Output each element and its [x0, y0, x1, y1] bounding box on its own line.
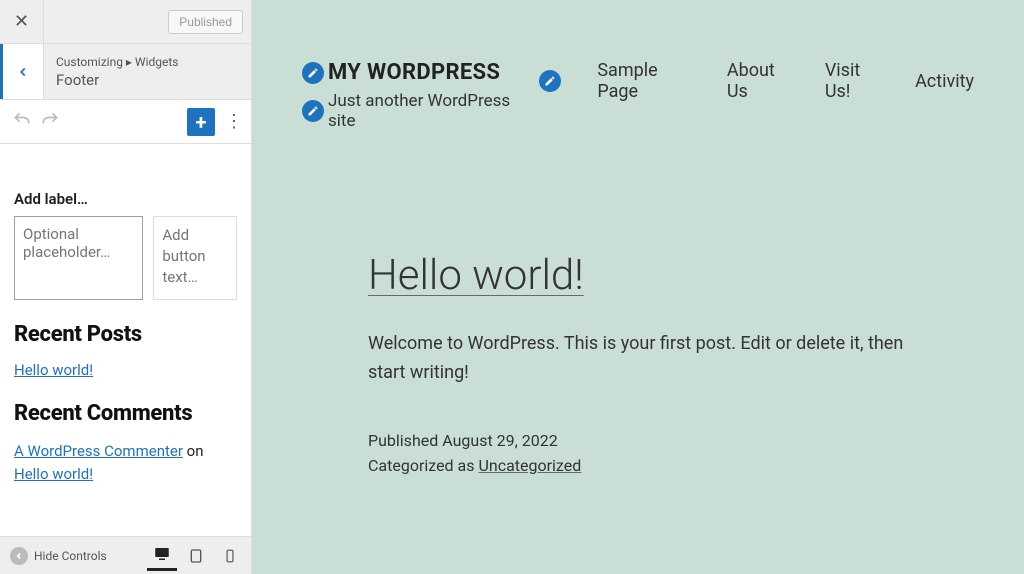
breadcrumb-row: Customizing ▸ Widgets Footer	[0, 44, 251, 100]
post-date: August 29, 2022	[442, 431, 558, 450]
back-button[interactable]	[0, 44, 44, 99]
desktop-icon	[153, 545, 171, 563]
breadcrumb-path: Customizing ▸ Widgets	[56, 55, 178, 69]
nav-item[interactable]: Activity	[915, 71, 974, 92]
recent-comment-item: A WordPress Commenter on Hello world!	[14, 440, 237, 485]
pencil-icon	[544, 75, 556, 87]
post: Hello world! Welcome to WordPress. This …	[302, 251, 974, 479]
site-branding: MY WORDPRESS Just another WordPress site	[302, 60, 539, 131]
customizer-sidebar: ✕ Published Customizing ▸ Widgets Footer…	[0, 0, 252, 574]
preview-pane[interactable]: MY WORDPRESS Just another WordPress site…	[252, 0, 1024, 574]
search-block-label[interactable]: Add label…	[14, 190, 237, 208]
widget-area[interactable]: Add label… Add button text… Recent Posts…	[0, 144, 251, 536]
search-block: Add button text…	[14, 216, 237, 300]
recent-posts-heading[interactable]: Recent Posts	[14, 322, 237, 347]
recent-posts-widget: Recent Posts Hello world!	[14, 322, 237, 379]
search-placeholder-input[interactable]	[14, 216, 143, 300]
primary-nav: Sample Page About Us Visit Us! Activity	[539, 60, 974, 102]
sidebar-top-bar: ✕ Published	[0, 0, 251, 44]
kebab-icon: ⋮	[225, 111, 243, 132]
chevron-left-icon	[16, 65, 30, 79]
mobile-icon	[223, 549, 237, 563]
close-button[interactable]: ✕	[0, 0, 44, 44]
edit-shortcut-tagline[interactable]	[302, 100, 324, 122]
editor-toolbar: + ⋮	[0, 100, 251, 144]
recent-comments-heading[interactable]: Recent Comments	[14, 401, 237, 426]
hide-controls-label: Hide Controls	[34, 549, 107, 563]
comment-author-link[interactable]: A WordPress Commenter	[14, 442, 183, 460]
tablet-preview-button[interactable]	[181, 541, 211, 571]
post-body: Welcome to WordPress. This is your first…	[368, 330, 908, 388]
collapse-icon	[10, 547, 28, 565]
recent-comments-widget: Recent Comments A WordPress Commenter on…	[14, 401, 237, 485]
pencil-icon	[307, 105, 319, 117]
undo-button[interactable]	[8, 104, 36, 140]
edit-shortcut-nav[interactable]	[539, 70, 561, 92]
bottom-bar: Hide Controls	[0, 536, 251, 574]
published-label: Published	[368, 431, 442, 450]
published-button[interactable]: Published	[168, 10, 243, 34]
site-header: MY WORDPRESS Just another WordPress site…	[302, 60, 974, 131]
tablet-icon	[188, 548, 204, 564]
redo-icon	[40, 110, 60, 130]
post-meta: Published August 29, 2022 Categorized as…	[368, 428, 924, 479]
recent-post-link[interactable]: Hello world!	[14, 361, 93, 379]
search-button-text[interactable]: Add button text…	[153, 216, 237, 300]
nav-item[interactable]: Visit Us!	[825, 60, 889, 102]
breadcrumb-text: Customizing ▸ Widgets Footer	[44, 44, 190, 99]
comment-on-text: on	[183, 442, 204, 460]
edit-shortcut-title[interactable]	[302, 62, 324, 84]
undo-icon	[12, 110, 32, 130]
site-tagline: Just another WordPress site	[328, 91, 539, 131]
nav-item[interactable]: Sample Page	[597, 60, 700, 102]
mobile-preview-button[interactable]	[215, 541, 245, 571]
hide-controls-button[interactable]: Hide Controls	[6, 547, 111, 565]
pencil-icon	[307, 67, 319, 79]
redo-button[interactable]	[36, 104, 64, 140]
comment-post-link[interactable]: Hello world!	[14, 465, 93, 483]
section-title: Footer	[56, 71, 178, 89]
add-block-button[interactable]: +	[187, 108, 215, 136]
site-title[interactable]: MY WORDPRESS	[328, 60, 500, 85]
desktop-preview-button[interactable]	[147, 541, 177, 571]
more-options-button[interactable]: ⋮	[225, 111, 243, 132]
app-container: ✕ Published Customizing ▸ Widgets Footer…	[0, 0, 1024, 574]
plus-icon: +	[196, 110, 207, 134]
post-title[interactable]: Hello world!	[368, 251, 924, 300]
categorized-label: Categorized as	[368, 456, 478, 475]
nav-item[interactable]: About Us	[727, 60, 799, 102]
category-link[interactable]: Uncategorized	[478, 456, 581, 475]
